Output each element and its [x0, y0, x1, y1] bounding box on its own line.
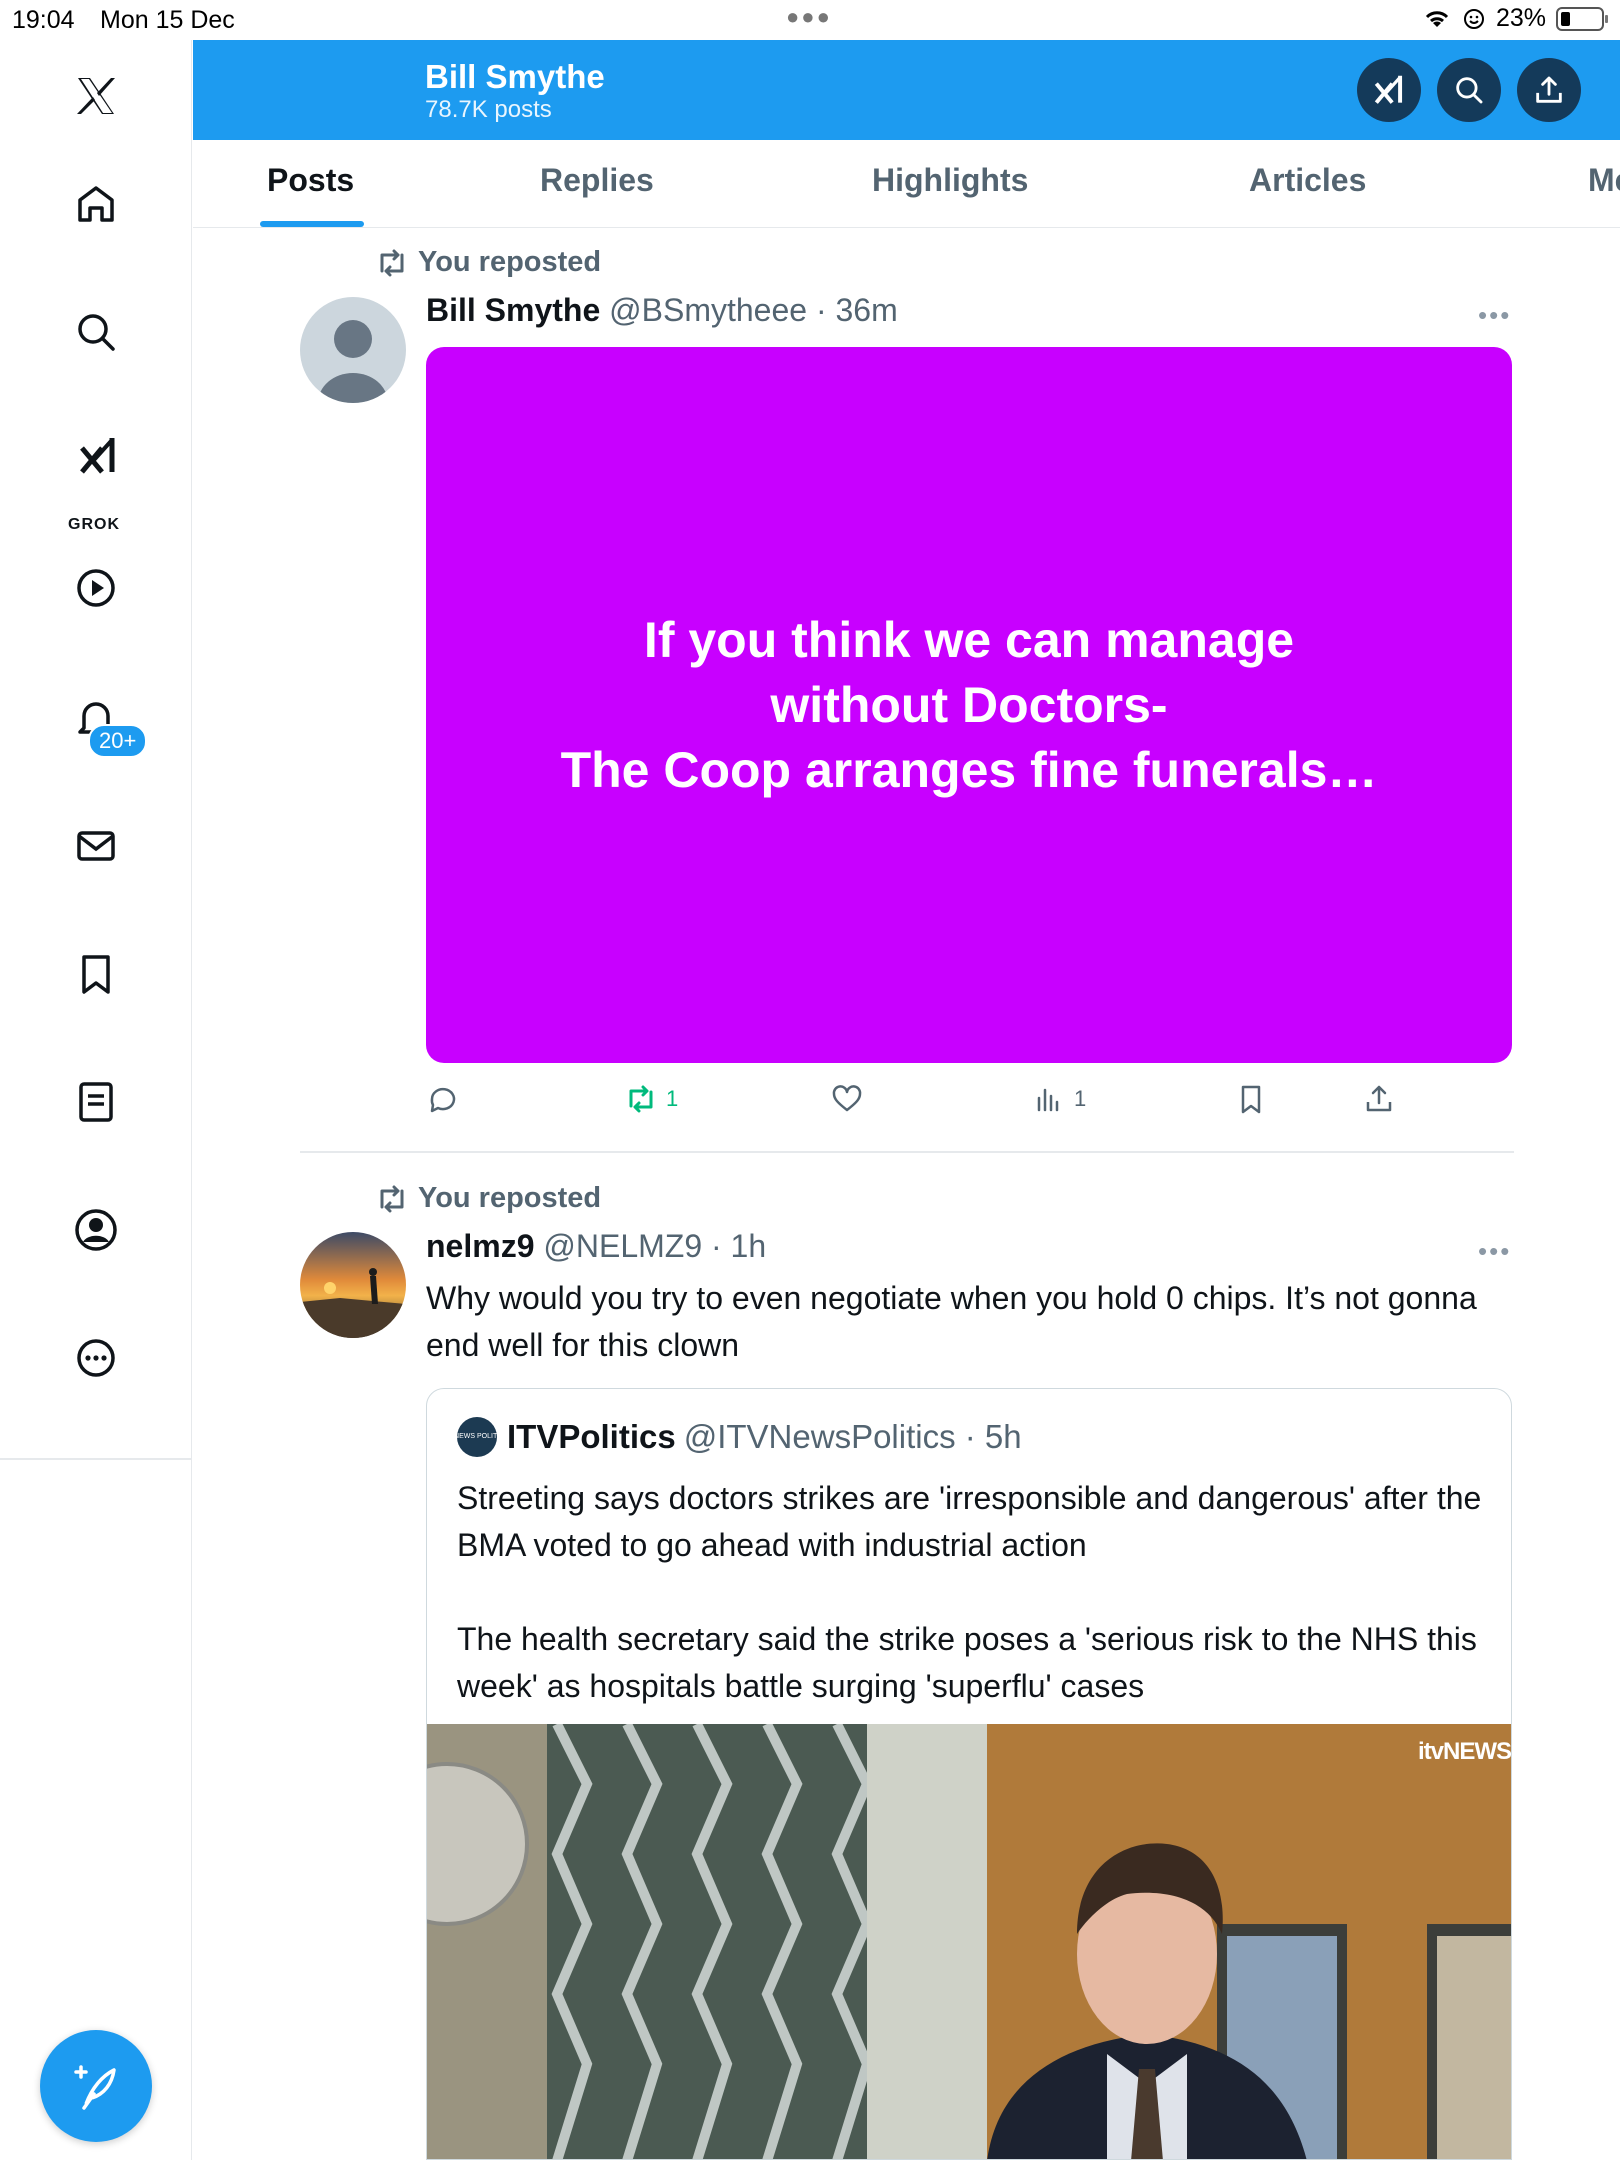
news-photo-image: [427, 1724, 1511, 2159]
status-date: Mon 15 Dec: [100, 6, 235, 34]
itv-news-logo: itvNEWS: [1417, 1738, 1511, 1765]
search-icon: [1456, 77, 1483, 104]
compose-button[interactable]: [40, 2030, 152, 2142]
card-text-line: without Doctors-: [770, 676, 1168, 733]
author-display-name[interactable]: Bill Smythe: [426, 292, 600, 328]
share-button[interactable]: [1362, 1082, 1396, 1116]
views-button[interactable]: 1: [1032, 1082, 1086, 1116]
notification-badge: 20+: [88, 724, 148, 758]
post-author[interactable]: nelmz9 @NELMZ9 · 1h: [426, 1228, 766, 1265]
quoted-handle-time: @ITVNewsPolitics · 5h: [683, 1418, 1022, 1455]
grok-icon: [1374, 75, 1403, 104]
author-handle-time: @NELMZ9 · 1h: [543, 1228, 767, 1264]
analytics-icon: [1037, 1088, 1059, 1112]
bookmarks-icon[interactable]: [66, 944, 126, 1004]
author-display-name[interactable]: nelmz9: [426, 1228, 534, 1264]
reply-icon: [430, 1087, 456, 1113]
focus-icon: [1463, 8, 1484, 29]
sunset-photo-avatar: [300, 1232, 406, 1338]
more-icon[interactable]: [66, 1328, 126, 1388]
messages-icon[interactable]: [66, 816, 126, 876]
battery-percent: 23%: [1495, 4, 1546, 32]
post-actions: 1 1: [426, 1082, 1512, 1126]
grok-button[interactable]: [1357, 58, 1421, 122]
tab-posts[interactable]: Posts: [267, 162, 354, 199]
card-text-line: If you think we can manage: [643, 611, 1295, 668]
quoted-display-name[interactable]: ITVPolitics: [507, 1418, 676, 1456]
post-image-card[interactable]: If you think we can manage without Docto…: [426, 347, 1512, 1063]
default-avatar-icon: [318, 320, 388, 403]
repost-indicator: You reposted: [376, 1182, 601, 1215]
multitasking-dots-icon[interactable]: ●●●: [786, 4, 832, 30]
post-text: Why would you try to even negotiate when…: [426, 1280, 1477, 1363]
repost-indicator: You reposted: [376, 246, 601, 279]
repost-count: 1: [666, 1086, 679, 1111]
bookmark-icon: [1241, 1085, 1261, 1114]
repost-label: You reposted: [418, 246, 602, 278]
like-button[interactable]: [830, 1082, 864, 1116]
quoted-post[interactable]: itv NEWS POLITICS ITVPolitics @ITVNewsPo…: [426, 1388, 1512, 2160]
quoted-paragraph: Streeting says doctors strikes are 'irre…: [457, 1480, 1482, 1563]
profile-header: Bill Smythe 78.7K posts: [193, 40, 1620, 140]
x-logo-icon[interactable]: [66, 66, 126, 126]
tab-replies[interactable]: Replies: [540, 162, 654, 199]
header-name: Bill Smythe: [425, 58, 605, 95]
grok-label: GROK: [68, 516, 120, 533]
share-icon: [1536, 76, 1562, 103]
sidebar-divider: [0, 1458, 192, 1460]
header-posts-count: 78.7K posts: [425, 96, 552, 123]
repost-label: You reposted: [418, 1182, 602, 1214]
post-more-icon[interactable]: •••: [1478, 1236, 1511, 1267]
grok-icon[interactable]: [66, 426, 126, 486]
header-search-button[interactable]: [1437, 58, 1501, 122]
post-author[interactable]: Bill Smythe @BSmytheee · 36m: [426, 292, 898, 329]
header-share-button[interactable]: [1517, 58, 1581, 122]
search-icon[interactable]: [66, 302, 126, 362]
post-divider: [300, 1151, 1514, 1153]
avatar[interactable]: [300, 1232, 406, 1338]
tab-highlights[interactable]: Highlights: [872, 162, 1028, 199]
news-photo[interactable]: itvNEWS: [427, 1724, 1511, 2159]
lists-icon[interactable]: [66, 1072, 126, 1132]
bookmark-button[interactable]: [1234, 1082, 1268, 1116]
share-icon: [1366, 1085, 1392, 1112]
avatar[interactable]: [300, 297, 406, 403]
card-text: If you think we can manage without Docto…: [469, 608, 1469, 803]
quoted-author[interactable]: itv NEWS POLITICS ITVPolitics @ITVNewsPo…: [445, 1417, 1022, 1457]
views-count: 1: [1074, 1086, 1087, 1111]
repost-icon: [629, 1085, 653, 1113]
repost-icon: [380, 1185, 404, 1212]
video-icon[interactable]: [66, 558, 126, 618]
quoted-avatar: itv NEWS POLITICS: [445, 1417, 509, 1457]
quoted-paragraph: The health secretary said the strike pos…: [457, 1621, 1477, 1704]
quoted-text: Streeting says doctors strikes are 'irre…: [457, 1475, 1487, 1710]
post-more-icon[interactable]: •••: [1478, 300, 1511, 331]
repost-button[interactable]: 1: [624, 1082, 678, 1116]
tab-media[interactable]: Media: [1588, 162, 1620, 199]
profile-tabs: Posts Replies Highlights Articles Media: [193, 140, 1620, 228]
tab-articles[interactable]: Articles: [1249, 162, 1366, 199]
author-handle-time: @BSmytheee · 36m: [609, 292, 898, 328]
reply-button[interactable]: [426, 1082, 460, 1116]
home-icon[interactable]: [66, 174, 126, 234]
sidebar: GROK 20+: [0, 40, 192, 2160]
battery-icon: [1556, 6, 1608, 31]
repost-icon: [380, 249, 404, 276]
active-tab-indicator: [260, 221, 364, 227]
profile-icon[interactable]: [66, 1200, 126, 1260]
wifi-icon: [1425, 10, 1449, 27]
compose-feather-icon: [74, 2065, 116, 2110]
heart-icon: [832, 1085, 862, 1112]
status-time: 19:04: [12, 6, 75, 34]
status-bar: 19:04 Mon 15 Dec ●●● 23%: [0, 0, 1620, 40]
card-text-line: The Coop arranges fine funerals…: [560, 741, 1378, 798]
